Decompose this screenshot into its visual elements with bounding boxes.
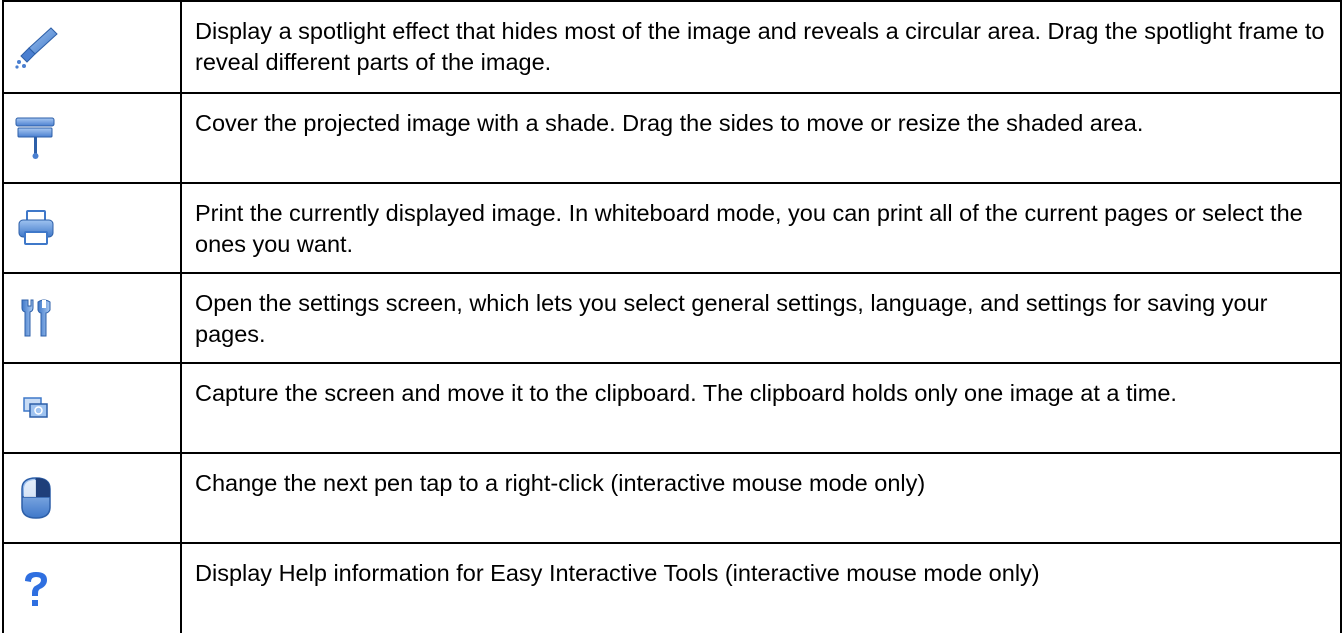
- description-cell: Print the currently displayed image. In …: [180, 182, 1342, 274]
- description-text: Display Help information for Easy Intera…: [195, 560, 1040, 586]
- icon-cell: [2, 92, 182, 184]
- table-row: Capture the screen and move it to the cl…: [2, 362, 1342, 454]
- icon-cell: [2, 362, 182, 454]
- description-cell: Open the settings screen, which lets you…: [180, 272, 1342, 364]
- spotlight-icon: [12, 23, 60, 71]
- table-row: Print the currently displayed image. In …: [2, 182, 1342, 274]
- icon-cell: [2, 182, 182, 274]
- description-cell: Cover the projected image with a shade. …: [180, 92, 1342, 184]
- description-text: Capture the screen and move it to the cl…: [195, 380, 1177, 406]
- description-text: Print the currently displayed image. In …: [195, 200, 1303, 257]
- table-row: Change the next pen tap to a right-click…: [2, 452, 1342, 544]
- icon-cell: [2, 0, 182, 94]
- description-text: Display a spotlight effect that hides mo…: [195, 18, 1325, 75]
- table-row: Display Help information for Easy Intera…: [2, 542, 1342, 633]
- description-cell: Display a spotlight effect that hides mo…: [180, 0, 1342, 94]
- icon-cell: [2, 542, 182, 633]
- description-cell: Display Help information for Easy Intera…: [180, 542, 1342, 633]
- icon-cell: [2, 452, 182, 544]
- shade-icon: [12, 114, 60, 162]
- icon-cell: [2, 272, 182, 364]
- description-text: Cover the projected image with a shade. …: [195, 110, 1144, 136]
- printer-icon: [12, 204, 60, 252]
- table-row: Display a spotlight effect that hides mo…: [2, 0, 1342, 94]
- settings-tools-icon: [12, 294, 60, 342]
- table-row: Cover the projected image with a shade. …: [2, 92, 1342, 184]
- mouse-right-click-icon: [12, 474, 60, 522]
- tool-description-table: Display a spotlight effect that hides mo…: [2, 0, 1342, 633]
- help-icon: [12, 565, 60, 613]
- description-cell: Capture the screen and move it to the cl…: [180, 362, 1342, 454]
- screen-capture-icon: [12, 384, 60, 432]
- description-cell: Change the next pen tap to a right-click…: [180, 452, 1342, 544]
- table-row: Open the settings screen, which lets you…: [2, 272, 1342, 364]
- description-text: Open the settings screen, which lets you…: [195, 290, 1268, 347]
- description-text: Change the next pen tap to a right-click…: [195, 470, 926, 496]
